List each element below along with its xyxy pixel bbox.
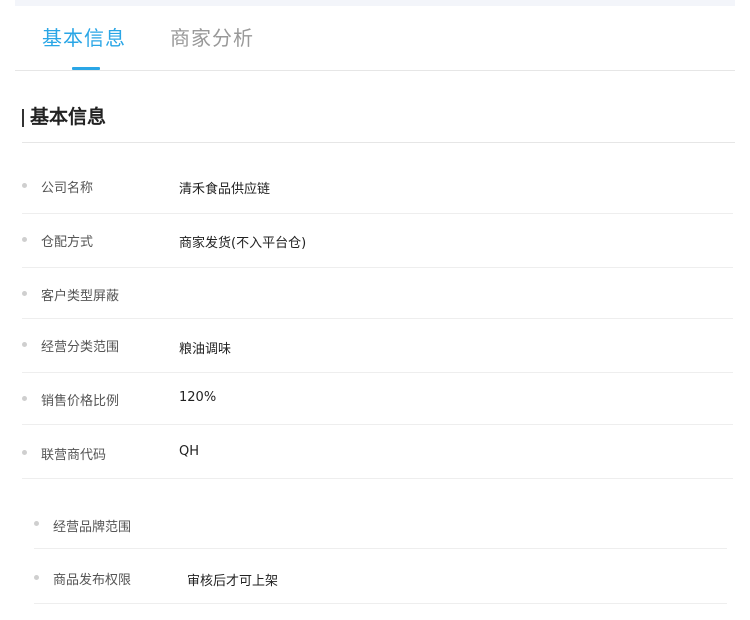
field-value: 120%	[179, 390, 217, 405]
field-label: 销售价格比例	[41, 394, 120, 409]
tab-merchant-analysis[interactable]: 商家分析	[170, 25, 254, 51]
field-label: 经营分类范围	[41, 340, 120, 355]
section-title: 基本信息	[22, 104, 106, 130]
field-label: 商品发布权限	[53, 573, 132, 588]
bullet-dot	[22, 183, 27, 188]
tab-bar: 基本信息 商家分析	[15, 6, 735, 71]
bullet-dot	[22, 237, 27, 242]
field-label: 公司名称	[41, 181, 94, 196]
field-label: 经营品牌范围	[53, 520, 132, 535]
bullet-dot	[22, 342, 27, 347]
field-row-company-name: 公司名称 清禾食品供应链	[22, 162, 733, 214]
field-row-brand-scope: 经营品牌范围	[34, 500, 727, 549]
field-label: 客户类型屏蔽	[41, 289, 120, 304]
bullet-dot	[34, 521, 39, 526]
field-value: 粮油调味	[179, 342, 232, 357]
section-title-bar	[22, 109, 24, 127]
bullet-dot	[22, 450, 27, 455]
field-row-warehouse-mode: 仓配方式 商家发货(不入平台仓)	[22, 214, 733, 268]
field-row-publish-permission: 商品发布权限 审核后才可上架	[34, 549, 727, 604]
field-value: 清禾食品供应链	[179, 182, 271, 197]
bullet-dot	[22, 291, 27, 296]
bullet-dot	[34, 575, 39, 580]
field-label: 仓配方式	[41, 235, 94, 250]
field-row-partner-code: 联营商代码 QH	[22, 425, 733, 479]
field-label: 联营商代码	[41, 448, 107, 463]
field-value: 审核后才可上架	[187, 574, 279, 589]
field-row-customer-type-block: 客户类型屏蔽	[22, 268, 733, 319]
merchant-detail-page: 基本信息 商家分析 基本信息 公司名称 清禾食品供应链 仓配方式 商家发货(不入…	[0, 0, 750, 620]
bullet-dot	[22, 396, 27, 401]
field-value: QH	[179, 444, 200, 459]
tab-basic-info[interactable]: 基本信息	[42, 25, 126, 51]
section-title-text: 基本信息	[30, 106, 107, 128]
active-tab-indicator	[72, 67, 100, 70]
section-divider	[22, 142, 735, 143]
field-row-category-scope: 经营分类范围 粮油调味	[22, 319, 733, 373]
field-row-price-ratio: 销售价格比例 120%	[22, 373, 733, 425]
field-value: 商家发货(不入平台仓)	[179, 236, 307, 251]
